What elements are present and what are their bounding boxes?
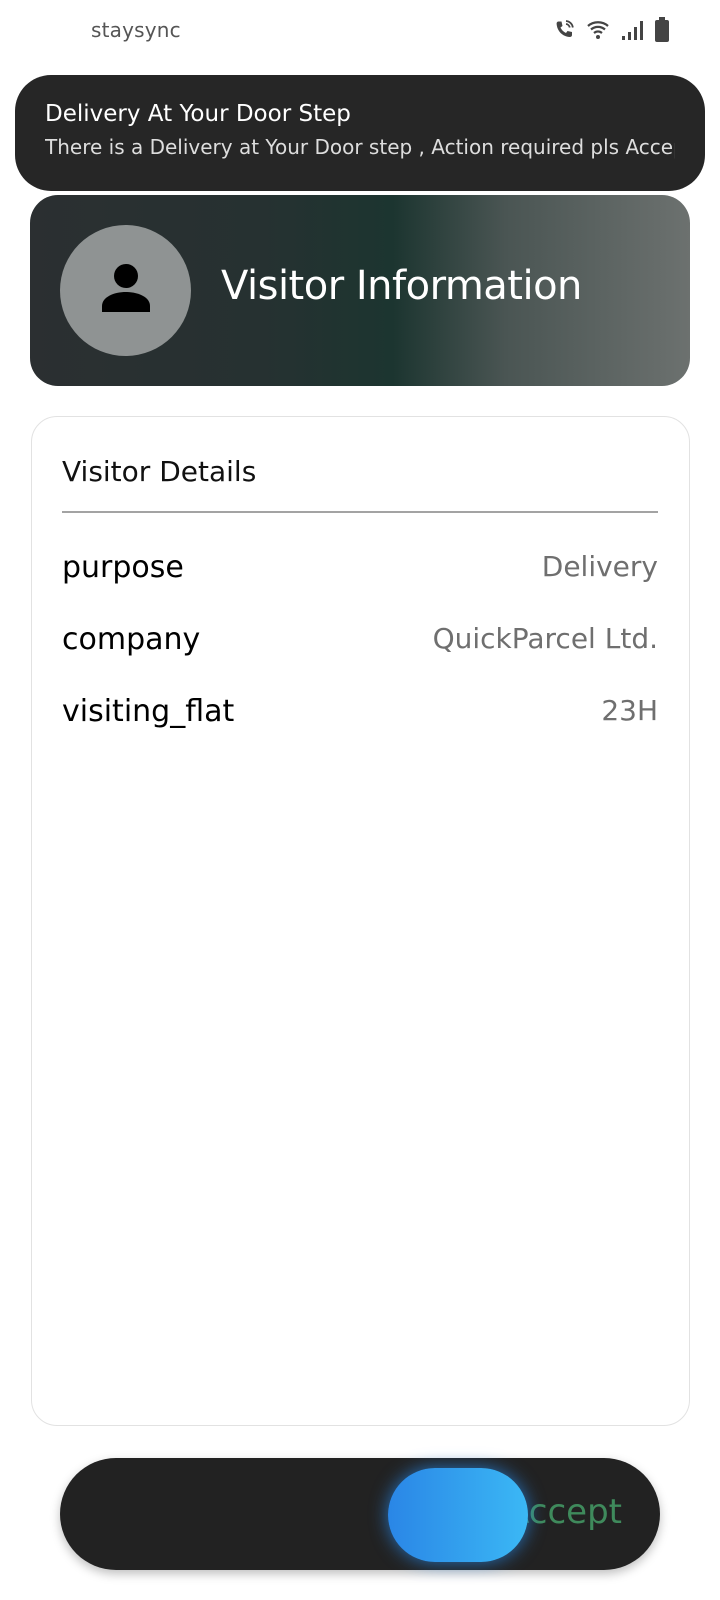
signal-icon: [620, 19, 644, 41]
wifi-icon: [586, 19, 610, 41]
detail-value: 23H: [601, 694, 658, 727]
person-icon: [98, 262, 154, 319]
notification-text: There is a Delivery at Your Door step , …: [45, 135, 675, 159]
notification-banner[interactable]: Delivery At Your Door Step There is a De…: [15, 75, 705, 191]
detail-value: Delivery: [541, 550, 658, 583]
status-app-name: staysync: [91, 18, 181, 42]
notification-title: Delivery At Your Door Step: [45, 101, 351, 127]
details-title: Visitor Details: [62, 455, 257, 488]
detail-row: purpose Delivery: [62, 550, 658, 590]
call-wifi-icon: [552, 18, 576, 42]
slider-handle[interactable]: [388, 1468, 528, 1562]
detail-row: company QuickParcel Ltd.: [62, 622, 658, 662]
visitor-details-card: Visitor Details purpose Delivery company…: [31, 416, 690, 1426]
status-icons: [552, 16, 670, 44]
battery-icon: [654, 17, 670, 43]
detail-value: QuickParcel Ltd.: [432, 622, 658, 655]
avatar: [60, 225, 191, 356]
page-title: Visitor Information: [221, 263, 582, 309]
divider: [62, 511, 658, 513]
accept-slider[interactable]: Accept: [60, 1458, 660, 1570]
detail-row: visiting_flat 23H: [62, 694, 658, 734]
visitor-header-card: Visitor Information: [30, 195, 690, 386]
detail-key: purpose: [62, 550, 184, 585]
detail-key: company: [62, 622, 201, 657]
status-bar: staysync: [0, 0, 720, 62]
detail-key: visiting_flat: [62, 694, 235, 729]
